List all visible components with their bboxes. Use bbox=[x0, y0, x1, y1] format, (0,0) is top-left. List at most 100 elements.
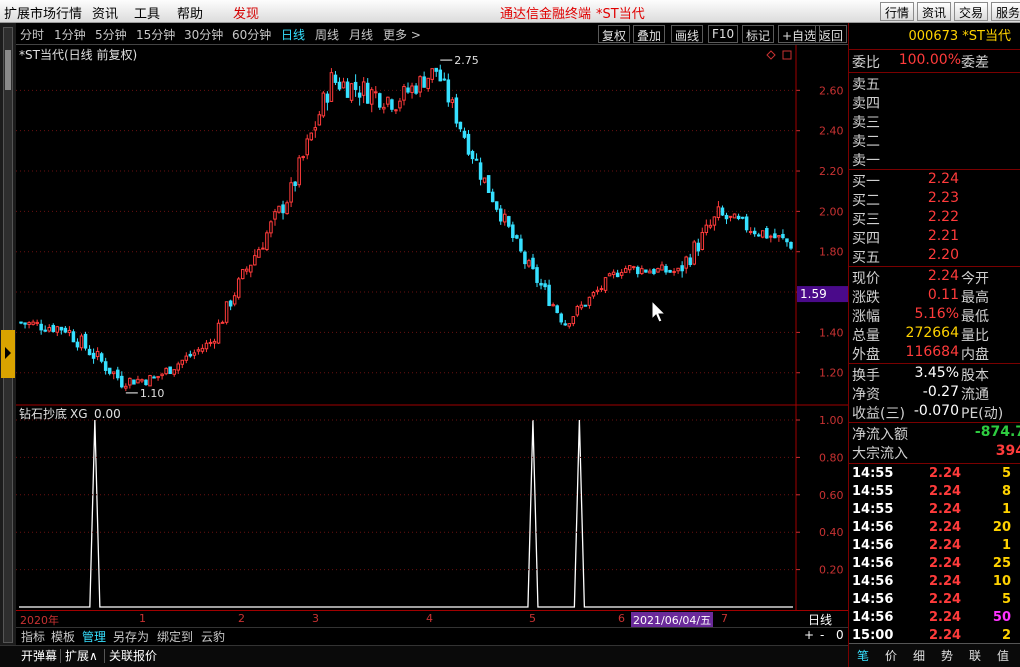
panel-tab[interactable]: 联 bbox=[969, 647, 981, 664]
candle-up bbox=[361, 77, 366, 104]
candle-down bbox=[116, 366, 120, 381]
add-watchlist-button[interactable]: +自选 bbox=[778, 25, 821, 43]
menu-item-news[interactable]: 资讯 bbox=[92, 3, 118, 22]
menu-item-tools[interactable]: 工具 bbox=[134, 3, 160, 22]
panel-tab[interactable]: 势 bbox=[941, 647, 953, 664]
status-bar: 开弹幕 扩展∧ 关联报价 bbox=[0, 645, 848, 667]
period-tab-more[interactable]: 更多 > bbox=[383, 26, 421, 43]
candle-up bbox=[732, 213, 737, 219]
period-tab-60min[interactable]: 60分钟 bbox=[232, 26, 271, 43]
date-label-apr: 4 bbox=[426, 612, 433, 625]
candle-up bbox=[482, 177, 487, 184]
tab-manage[interactable]: 管理 bbox=[82, 628, 106, 645]
period-tab-daily[interactable]: 日线 bbox=[281, 26, 305, 43]
panel-tab[interactable]: 细 bbox=[913, 647, 925, 664]
y-tick-label: 2.00 bbox=[819, 205, 844, 218]
f10-button[interactable]: F10 bbox=[708, 25, 739, 43]
trade-button[interactable]: 交易 bbox=[954, 2, 989, 21]
tab-cloud[interactable]: 云豹 bbox=[201, 628, 225, 645]
chart-area[interactable]: 1.201.401.601.802.002.202.402.60 *ST当代(日… bbox=[16, 45, 848, 610]
candle-down bbox=[559, 312, 563, 325]
news-button[interactable]: 资讯 bbox=[917, 2, 952, 21]
trade-volume: 25 bbox=[992, 556, 1011, 571]
candle-up bbox=[418, 75, 422, 98]
period-tab-1min[interactable]: 1分钟 bbox=[54, 26, 86, 43]
quote-row: 总量 272664 量比 bbox=[849, 325, 1020, 344]
overlay-button[interactable]: 叠加 bbox=[633, 25, 666, 43]
candle-down bbox=[615, 269, 620, 278]
candle-down bbox=[59, 326, 64, 335]
trade-row: 14:56 2.24 10 bbox=[849, 574, 1020, 592]
candle-up bbox=[599, 285, 604, 292]
diamond-icon[interactable] bbox=[766, 50, 776, 60]
zoom-in-button[interactable]: + bbox=[804, 628, 814, 642]
back-button[interactable]: 返回 bbox=[815, 25, 848, 43]
candle-up bbox=[329, 68, 334, 102]
period-indicator[interactable]: 日线 bbox=[792, 610, 848, 627]
zoom-reset-button[interactable]: 0 bbox=[836, 628, 844, 642]
candle-up bbox=[349, 82, 354, 103]
panel-tab[interactable]: 值 bbox=[997, 647, 1009, 664]
trade-time: 14:56 bbox=[852, 574, 894, 589]
tab-save-as[interactable]: 另存为 bbox=[113, 628, 149, 645]
period-tab-monthly[interactable]: 月线 bbox=[349, 26, 373, 43]
candle-down bbox=[547, 279, 551, 307]
maximize-icon[interactable] bbox=[782, 50, 792, 60]
candle-down bbox=[724, 212, 729, 225]
expand-arrow-icon[interactable] bbox=[1, 330, 15, 378]
sell-row: 卖二 bbox=[849, 131, 1020, 150]
candle-down bbox=[51, 323, 56, 333]
related-quotes-toggle[interactable]: 关联报价 bbox=[109, 647, 157, 664]
chart-corner-icons bbox=[766, 50, 792, 60]
flow-value: -874.7 bbox=[974, 424, 1020, 440]
candle-down bbox=[744, 213, 749, 233]
sell-row: 卖五 bbox=[849, 74, 1020, 93]
date-label-may: 5 bbox=[529, 612, 536, 625]
candle-down bbox=[531, 253, 535, 270]
candle-down bbox=[71, 329, 76, 343]
indicator-toolbar: 指标 模板 管理 另存为 绑定到 云豹 + - 0 bbox=[16, 627, 848, 644]
period-tab-5min[interactable]: 5分钟 bbox=[95, 26, 127, 43]
candle-down bbox=[740, 216, 745, 220]
candle-up bbox=[212, 338, 217, 349]
candle-up bbox=[164, 367, 168, 376]
menu-item-help[interactable]: 帮助 bbox=[177, 3, 203, 22]
panel-tab[interactable]: 价 bbox=[885, 647, 897, 664]
period-tab-intraday[interactable]: 分时 bbox=[20, 26, 44, 43]
flow-row: 净流入额 -874.7 bbox=[849, 424, 1020, 443]
period-tab-30min[interactable]: 30分钟 bbox=[184, 26, 223, 43]
date-axis: 2020年 1 2 3 4 5 6 2021/06/04/五 7 bbox=[16, 610, 796, 628]
mark-button[interactable]: 标记 bbox=[742, 25, 775, 43]
current-price-tag: 1.59 bbox=[797, 286, 848, 303]
chart-toolbar: 分时 1分钟 5分钟 15分钟 30分钟 60分钟 日线 周线 月线 更多 > … bbox=[16, 23, 848, 45]
candle-down bbox=[668, 269, 672, 273]
zoom-out-button[interactable]: - bbox=[820, 628, 824, 642]
tab-template[interactable]: 模板 bbox=[51, 628, 75, 645]
candle-up bbox=[603, 277, 608, 294]
menu-item-extended-market[interactable]: 扩展市场行情 bbox=[4, 3, 82, 22]
danmaku-toggle[interactable]: 开弹幕 bbox=[21, 647, 57, 664]
candle-up bbox=[640, 265, 644, 276]
period-tab-15min[interactable]: 15分钟 bbox=[136, 26, 175, 43]
period-tab-weekly[interactable]: 周线 bbox=[315, 26, 339, 43]
service-button[interactable]: 服务 bbox=[991, 2, 1020, 21]
candle-up bbox=[704, 219, 709, 236]
candle-down bbox=[365, 78, 370, 104]
menu-item-discover[interactable]: 发现 bbox=[233, 3, 259, 22]
buy-label: 买三 bbox=[852, 212, 880, 228]
tab-indicator[interactable]: 指标 bbox=[21, 628, 45, 645]
adjust-button[interactable]: 复权 bbox=[598, 25, 631, 43]
candle-up bbox=[761, 230, 765, 239]
flow-label: 净流入额 bbox=[852, 427, 908, 443]
extend-toggle[interactable]: 扩展∧ bbox=[65, 647, 98, 664]
panel-tab[interactable]: 笔 bbox=[857, 647, 869, 664]
trade-volume: 5 bbox=[1001, 592, 1011, 607]
candle-up bbox=[632, 265, 636, 271]
candle-down bbox=[63, 326, 68, 334]
tab-bind-to[interactable]: 绑定到 bbox=[157, 628, 193, 645]
scroll-thumb[interactable] bbox=[5, 50, 11, 90]
candle-down bbox=[120, 371, 124, 389]
candle-up bbox=[450, 97, 455, 109]
draw-line-button[interactable]: 画线 bbox=[671, 25, 704, 43]
market-button[interactable]: 行情 bbox=[880, 2, 915, 21]
